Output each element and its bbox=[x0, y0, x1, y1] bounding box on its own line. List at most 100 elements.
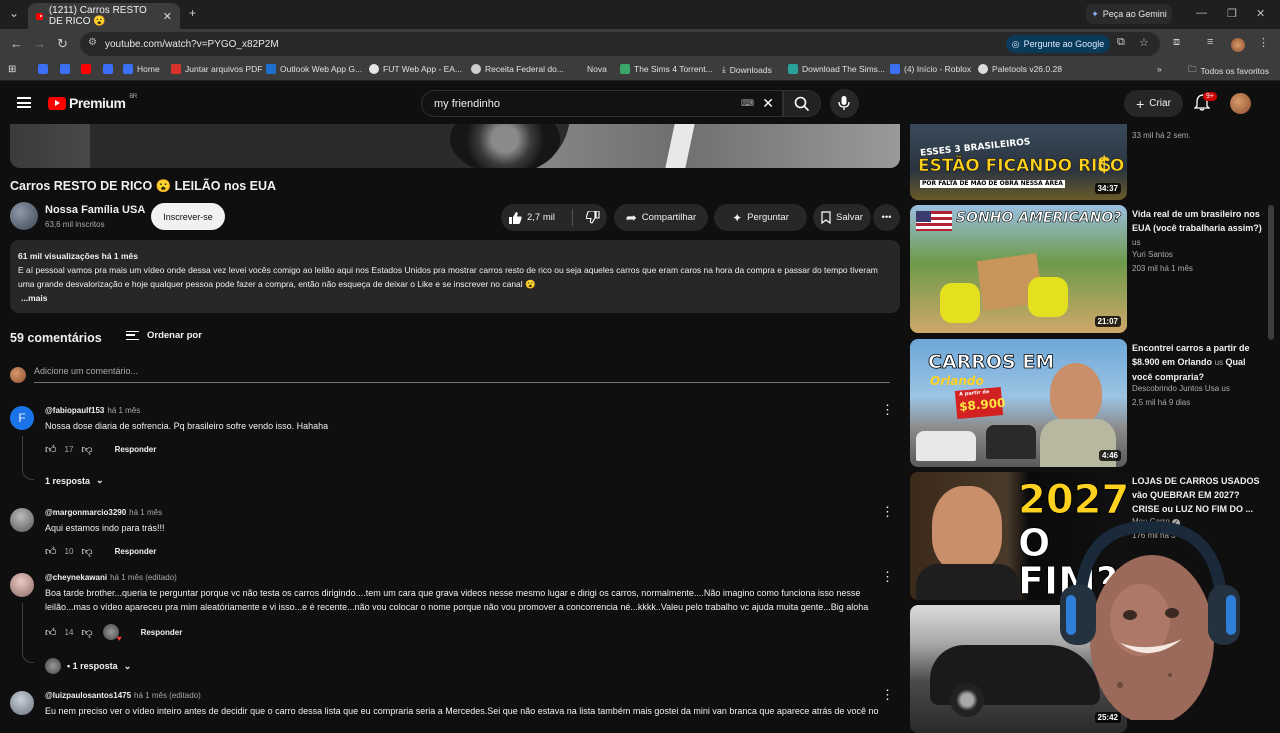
extensions-icon[interactable]: ⧈ bbox=[1173, 36, 1180, 49]
profile-avatar[interactable] bbox=[1231, 38, 1245, 52]
apps-grid-icon[interactable]: ⊞ bbox=[8, 64, 16, 75]
comment-like-icon[interactable]: 👍︎ bbox=[45, 443, 57, 456]
potato-avatar-with-headphones bbox=[1060, 520, 1240, 725]
create-button[interactable]: + Criar bbox=[1124, 90, 1183, 117]
save-button[interactable]: Salvar bbox=[813, 204, 871, 231]
video-channel[interactable]: Descobrindo Juntos Usa us bbox=[1132, 384, 1230, 393]
bookmark-outlook[interactable]: Outlook Web App G... bbox=[266, 64, 362, 74]
bookmark-sims-torrent[interactable]: The Sims 4 Torrent... bbox=[620, 64, 713, 74]
tab-list-icon[interactable]: ⌄ bbox=[9, 6, 19, 20]
reply-button[interactable]: Responder bbox=[115, 445, 157, 454]
comment-author[interactable]: @margonmarcio3290 bbox=[45, 508, 126, 517]
reply-button[interactable]: Responder bbox=[141, 628, 183, 637]
video-title[interactable]: LOJAS DE CARROS USADOS vão QUEBRAR EM 20… bbox=[1132, 474, 1262, 516]
comment-like-icon[interactable]: 👍︎ bbox=[45, 626, 57, 639]
search-input[interactable]: my friendinho ⌨ ✕ bbox=[421, 90, 783, 117]
comment-menu-icon[interactable]: ⋮ bbox=[881, 505, 894, 518]
reply-button[interactable]: Responder bbox=[115, 547, 157, 556]
more-actions-icon[interactable]: ••• bbox=[873, 204, 900, 231]
back-icon[interactable]: ← bbox=[10, 36, 23, 51]
chevron-down-icon: ⌄ bbox=[123, 660, 132, 671]
forward-icon[interactable]: → bbox=[33, 36, 46, 51]
minimize-icon[interactable]: — bbox=[1196, 7, 1207, 19]
bookmark-receita[interactable]: Receita Federal do... bbox=[471, 64, 564, 74]
bookmark-icon-youtube[interactable] bbox=[81, 64, 91, 74]
bookmark-label: (4) Início - Roblox bbox=[904, 64, 972, 74]
channel-name[interactable]: Nossa Família USA bbox=[45, 204, 145, 216]
video-thumbnail[interactable]: ESSES 3 BRASILEIROS ESTÃO FICANDO RICO P… bbox=[910, 124, 1127, 200]
view-count-date: 61 mil visualizações há 1 mês bbox=[18, 251, 139, 261]
comment-author[interactable]: @luizpaulosantos1475 bbox=[45, 691, 131, 700]
commenter-avatar[interactable] bbox=[10, 508, 34, 532]
commenter-avatar[interactable] bbox=[10, 573, 34, 597]
bookmark-star-icon[interactable]: ☆ bbox=[1139, 36, 1149, 49]
dislike-button[interactable] bbox=[585, 211, 600, 224]
comment-author[interactable]: @fabiopaulf153 bbox=[45, 406, 104, 415]
video-channel[interactable]: Yuri Santos bbox=[1132, 250, 1173, 259]
bookmark-pdf[interactable]: Juntar arquivos PDF bbox=[171, 64, 262, 74]
bookmark-fut[interactable]: FUT Web App - EA... bbox=[369, 64, 462, 74]
comment-dislike-icon[interactable]: 👎︎ bbox=[81, 545, 92, 558]
tab-close-icon[interactable]: ✕ bbox=[163, 10, 172, 23]
video-thumbnail[interactable]: CARROS EM Orlando A partir de $8.900 4:4… bbox=[910, 339, 1127, 467]
browser-tab[interactable]: (1211) Carros RESTO DE RICO 😮 ✕ bbox=[28, 3, 180, 29]
video-title[interactable]: Vida real de um brasileiro nos EUA (você… bbox=[1132, 207, 1262, 250]
clear-search-icon[interactable]: ✕ bbox=[762, 95, 774, 112]
bookmark-nova[interactable]: Nova bbox=[573, 64, 607, 74]
comment-menu-icon[interactable]: ⋮ bbox=[881, 403, 894, 416]
comment-menu-icon[interactable]: ⋮ bbox=[881, 688, 894, 701]
recommended-video[interactable]: CARROS EM Orlando A partir de $8.900 4:4… bbox=[910, 339, 1270, 467]
reading-list-icon[interactable]: ≡ bbox=[1207, 36, 1213, 48]
like-button[interactable]: 2,7 mil bbox=[508, 211, 555, 224]
video-player[interactable] bbox=[10, 124, 900, 168]
bookmarks-overflow-icon[interactable]: » bbox=[1157, 64, 1162, 74]
bookmark-icon-1[interactable] bbox=[38, 64, 48, 74]
bookmark-download-sims[interactable]: Download The Sims... bbox=[788, 64, 885, 74]
window-close-icon[interactable]: ✕ bbox=[1256, 7, 1265, 20]
keyboard-icon[interactable]: ⌨ bbox=[741, 98, 754, 109]
url-field[interactable]: ⚙ youtube.com/watch?v=PYGO_x82P2M bbox=[80, 32, 1160, 56]
new-tab-icon[interactable]: + bbox=[189, 6, 196, 20]
page-scrollbar[interactable] bbox=[1268, 205, 1274, 340]
all-favorites-folder[interactable]: 🗀 Todos os favoritos bbox=[1188, 64, 1269, 78]
reload-icon[interactable]: ↻ bbox=[57, 36, 68, 52]
browser-menu-icon[interactable]: ⋮ bbox=[1258, 36, 1269, 49]
channel-avatar[interactable] bbox=[10, 202, 38, 230]
search-button[interactable] bbox=[783, 90, 821, 117]
gemini-button[interactable]: ✦ Peça ao Gemini bbox=[1086, 4, 1172, 24]
recommended-video[interactable]: SONHO AMERICANO? 21:07 Vida real de um b… bbox=[910, 205, 1270, 333]
bookmark-icon-3[interactable] bbox=[103, 64, 113, 74]
comment-dislike-icon[interactable]: 👎︎ bbox=[81, 626, 92, 639]
bookmark-downloads[interactable]: ⤓ Downloads bbox=[722, 64, 772, 75]
youtube-logo[interactable]: Premium BR bbox=[48, 94, 137, 111]
sort-comments-button[interactable]: Ordenar por bbox=[126, 330, 202, 341]
voice-search-button[interactable] bbox=[830, 89, 859, 118]
account-avatar[interactable] bbox=[1230, 93, 1251, 114]
commenter-avatar[interactable] bbox=[10, 691, 34, 715]
view-replies-button[interactable]: • 1 resposta ⌄ bbox=[45, 658, 131, 674]
comment-like-icon[interactable]: 👍︎ bbox=[45, 545, 57, 558]
install-app-icon[interactable]: ⧉ bbox=[1117, 36, 1125, 49]
view-replies-button[interactable]: 1 resposta ⌄ bbox=[45, 475, 104, 486]
share-button[interactable]: ➦ Compartilhar bbox=[614, 204, 708, 231]
ask-button[interactable]: ✦ Perguntar bbox=[714, 204, 807, 231]
bookmark-roblox[interactable]: (4) Início - Roblox bbox=[890, 64, 971, 74]
comment-dislike-icon[interactable]: 👎︎ bbox=[81, 443, 92, 456]
bookmark-home[interactable]: Home bbox=[123, 64, 160, 74]
description-box[interactable]: 61 mil visualizações há 1 mês E aí pesso… bbox=[10, 240, 900, 313]
video-title[interactable]: Encontrei carros a partir de $8.900 em O… bbox=[1132, 341, 1262, 384]
maximize-icon[interactable]: ❐ bbox=[1227, 7, 1237, 20]
bookmark-paletools[interactable]: Paletools v26.0.28 bbox=[978, 64, 1062, 74]
video-thumbnail[interactable]: SONHO AMERICANO? 21:07 bbox=[910, 205, 1127, 333]
commenter-avatar[interactable]: F bbox=[10, 406, 34, 430]
ask-google-button[interactable]: ◎ Pergunte ao Google bbox=[1006, 35, 1110, 53]
subscribe-button[interactable]: Inscrever-se bbox=[151, 203, 225, 230]
show-more-link[interactable]: ...mais bbox=[21, 291, 892, 305]
recommended-video[interactable]: ESSES 3 BRASILEIROS ESTÃO FICANDO RICO P… bbox=[910, 124, 1270, 200]
comment-author[interactable]: @cheynekawani bbox=[45, 573, 107, 582]
add-comment-field[interactable]: Adicione um comentário... bbox=[34, 366, 890, 383]
site-info-icon[interactable]: ⚙ bbox=[88, 37, 97, 48]
hamburger-menu-icon[interactable] bbox=[17, 97, 31, 108]
bookmark-icon-2[interactable] bbox=[60, 64, 70, 74]
comment-menu-icon[interactable]: ⋮ bbox=[881, 570, 894, 583]
